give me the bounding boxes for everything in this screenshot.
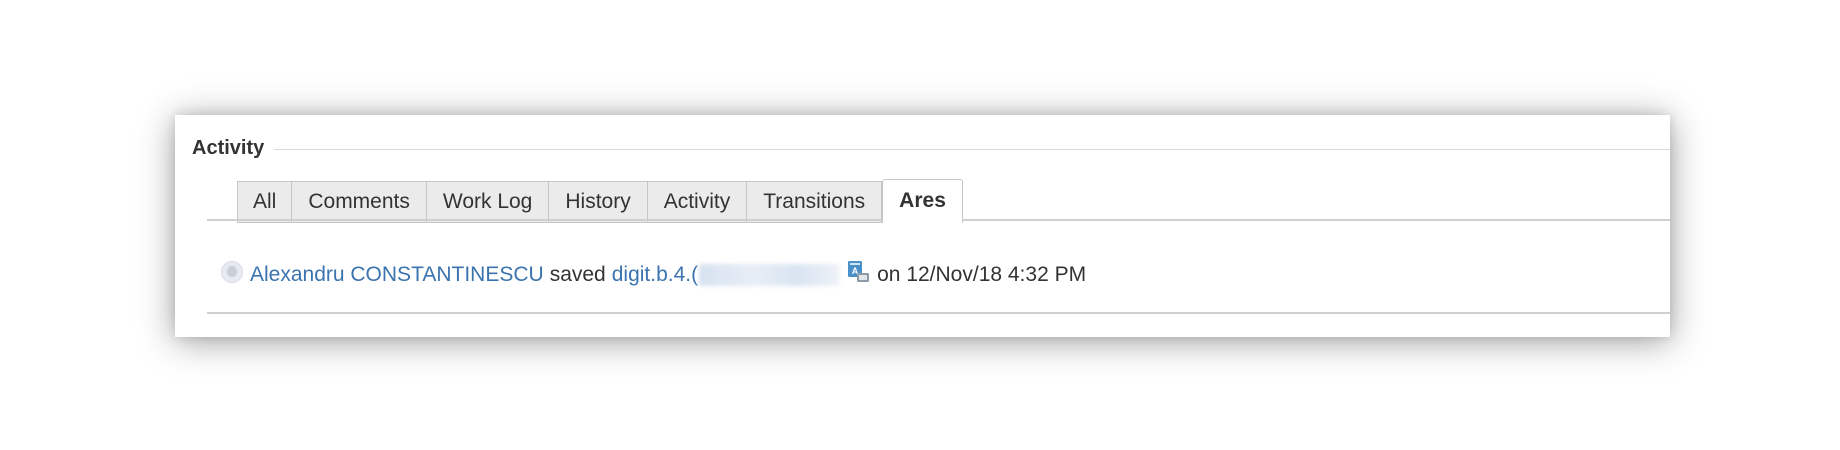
- avatar-icon[interactable]: [221, 261, 243, 283]
- activity-entry: Alexandru CONSTANTINESCU saved digit.b.4…: [221, 261, 1087, 287]
- title-divider: [192, 149, 1670, 150]
- tab-comments[interactable]: Comments: [291, 181, 427, 223]
- user-link[interactable]: Alexandru CONSTANTINESCU: [250, 263, 544, 287]
- tab-work-log[interactable]: Work Log: [425, 181, 550, 223]
- redacted-text: [699, 264, 840, 287]
- item-link-text[interactable]: digit.b.4.(: [612, 263, 698, 286]
- action-text: saved: [549, 263, 606, 286]
- activity-tabs: All Comments Work Log History Activity T…: [237, 179, 963, 223]
- attachment-icon[interactable]: A: [847, 261, 871, 283]
- tab-transitions[interactable]: Transitions: [746, 181, 883, 223]
- activity-panel: Activity All Comments Work Log History A…: [175, 115, 1670, 337]
- entry-divider: [207, 312, 1670, 314]
- panel-title: Activity: [192, 137, 275, 160]
- date-text: on 12/Nov/18 4:32 PM: [877, 263, 1087, 286]
- item-link[interactable]: digit.b.4.(: [612, 263, 840, 287]
- tab-ares[interactable]: Ares: [882, 179, 963, 223]
- tab-all[interactable]: All: [237, 181, 293, 223]
- tab-history[interactable]: History: [548, 181, 648, 223]
- tab-activity[interactable]: Activity: [646, 181, 748, 223]
